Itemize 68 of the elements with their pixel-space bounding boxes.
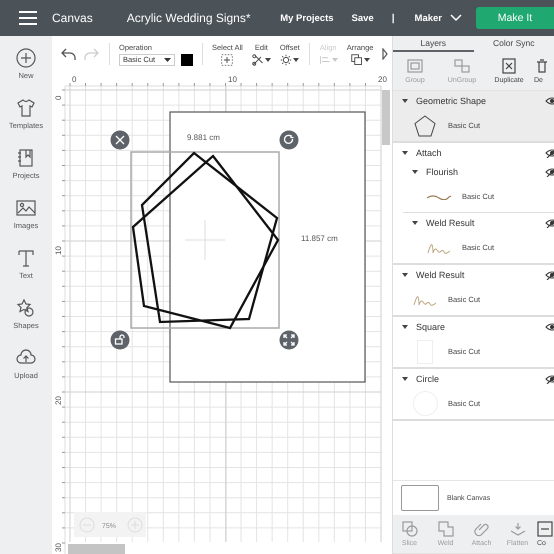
shapes-icon <box>16 298 36 318</box>
ruler-label: 20 <box>54 396 63 405</box>
layer-name: Weld Result <box>426 218 476 228</box>
top-link[interactable]: Save <box>352 12 374 24</box>
dashed-square-icon <box>221 54 234 66</box>
ruler-label: 20 <box>378 75 387 84</box>
pentagon-thumbnail <box>414 114 436 136</box>
layer-name: Weld Result <box>416 270 466 280</box>
resize-handle-icon[interactable] <box>280 330 298 350</box>
stacked-squares-icon <box>350 54 363 66</box>
expand-caret-icon[interactable] <box>402 272 408 276</box>
ungroup-icon <box>454 58 470 74</box>
play-icon[interactable] <box>382 48 388 60</box>
script-thumbnail <box>413 294 437 306</box>
group-icon <box>407 58 423 74</box>
unlock-handle-icon[interactable] <box>110 330 130 350</box>
ruler-label: 30 <box>54 543 63 552</box>
section-title: Canvas <box>52 11 93 25</box>
sun-icon <box>280 54 292 66</box>
weld-icon <box>438 521 454 537</box>
expand-caret-icon[interactable] <box>412 170 418 174</box>
menu-icon[interactable] <box>19 11 37 25</box>
caret-icon <box>264 58 271 62</box>
expand-caret-icon[interactable] <box>412 220 418 224</box>
width-label: 9.881 cm <box>187 133 220 142</box>
undo-icon[interactable] <box>60 47 76 61</box>
rotate-handle-icon[interactable] <box>280 130 298 150</box>
ruler-label: 0 <box>72 75 76 84</box>
crosshair-icon <box>184 220 226 260</box>
separator: | <box>392 12 395 24</box>
layer-name: Attach <box>416 148 443 158</box>
letter-t-icon <box>16 248 36 268</box>
flourish-thumbnail <box>426 193 452 200</box>
height-label: 11.857 cm <box>301 234 338 243</box>
layer-name: Square <box>416 322 446 332</box>
expand-caret-icon[interactable] <box>402 98 408 102</box>
chevron-icon <box>450 14 462 22</box>
expand-caret-icon[interactable] <box>402 150 408 154</box>
project-title: Acrylic Wedding Signs* <box>126 11 251 25</box>
duplicate-icon <box>501 58 517 74</box>
canvas-thumbnail[interactable] <box>401 485 439 511</box>
layer-name: Circle <box>416 374 440 384</box>
layer-name: Geometric Shape <box>416 96 488 106</box>
ruler-label: 0 <box>54 96 63 100</box>
paperclip-icon <box>474 521 490 537</box>
layer-name: Flourish <box>426 166 460 176</box>
plus-circle-icon <box>16 48 36 68</box>
vertical-scrollbar[interactable] <box>382 90 390 145</box>
slice-icon <box>402 521 418 537</box>
expand-caret-icon[interactable] <box>402 376 408 380</box>
caret-icon <box>332 58 338 62</box>
ruler-label: 10 <box>228 75 237 84</box>
horizontal-scrollbar[interactable] <box>68 544 125 554</box>
script-thumbnail <box>427 242 451 254</box>
caret-icon <box>164 58 171 62</box>
image-icon <box>16 198 36 218</box>
top-link[interactable]: My Projects <box>280 12 334 24</box>
machine-dropdown[interactable]: Maker <box>414 12 462 24</box>
align-icon <box>318 54 331 66</box>
caret-icon <box>364 58 370 62</box>
expand-caret-icon[interactable] <box>402 324 408 328</box>
ruler-label: 10 <box>54 246 63 255</box>
t-shirt-icon <box>16 98 36 118</box>
trash-icon <box>534 58 550 74</box>
caret-icon <box>293 58 300 62</box>
delete-handle-icon[interactable] <box>110 130 130 150</box>
color-swatch[interactable] <box>181 54 193 66</box>
zoom-control-background <box>74 512 146 537</box>
